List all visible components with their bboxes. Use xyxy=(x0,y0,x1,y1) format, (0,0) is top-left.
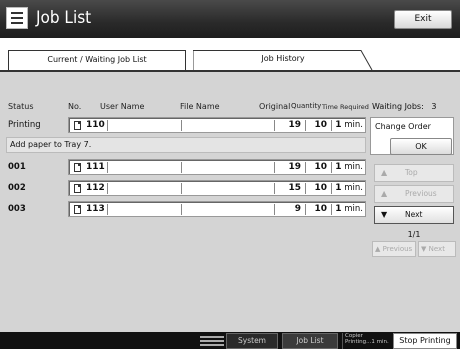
divider xyxy=(305,183,306,194)
column-header-status: Status xyxy=(8,102,34,111)
document-icon xyxy=(74,121,81,130)
job-original: 9 xyxy=(294,204,301,214)
arrow-down-icon: ▼ xyxy=(381,210,388,219)
divider xyxy=(107,204,108,215)
previous-button-label: Previous xyxy=(405,189,437,198)
divider xyxy=(305,204,306,215)
divider xyxy=(107,162,108,173)
job-status: 001 xyxy=(8,162,26,172)
document-icon xyxy=(74,205,81,214)
page-title: Job List xyxy=(36,8,92,28)
top-button-label: Top xyxy=(405,168,418,177)
column-header-no: No. xyxy=(68,102,82,111)
waiting-jobs-count: 3 xyxy=(431,102,437,111)
arrow-down-icon: ▼ xyxy=(421,245,427,253)
job-status: Printing xyxy=(8,120,41,130)
job-number: 113 xyxy=(86,204,105,214)
divider xyxy=(107,120,108,131)
job-time-required: 1 min. xyxy=(335,183,363,193)
tab-label: Current / Waiting Job List xyxy=(47,55,147,64)
job-time-required: 1 min. xyxy=(335,120,363,130)
next-page-button[interactable]: ▼ Next xyxy=(418,241,456,257)
job-number: 112 xyxy=(86,183,105,193)
change-order-label: Change Order xyxy=(375,122,431,131)
job-quantity: 10 xyxy=(314,120,327,130)
job-time-unit: min. xyxy=(344,204,363,214)
tab-bar: Current / Waiting Job List Job History xyxy=(0,38,460,72)
divider xyxy=(331,204,332,215)
divider xyxy=(181,120,182,131)
job-time-required: 1 min. xyxy=(335,162,363,172)
previous-button[interactable]: ▲ Previous xyxy=(374,185,454,203)
waiting-jobs-label: Waiting Jobs: xyxy=(372,102,424,111)
job-list-panel: Status No. User Name File Name Original … xyxy=(0,72,460,332)
divider xyxy=(107,183,108,194)
divider xyxy=(181,204,182,215)
job-status: 002 xyxy=(8,183,26,193)
waiting-jobs: Waiting Jobs: 3 xyxy=(372,102,437,111)
job-time-required: 1 min. xyxy=(335,204,363,214)
job-quantity: 10 xyxy=(314,162,327,172)
next-button[interactable]: ▼ Next xyxy=(374,206,454,224)
column-header-original: Original xyxy=(259,102,291,111)
column-header-file-name: File Name xyxy=(180,102,220,111)
job-time-value: 1 xyxy=(335,120,342,130)
status-bar: System Status Job List Copier Printing..… xyxy=(0,332,460,349)
divider xyxy=(305,162,306,173)
table-row[interactable]: 110 19 10 1 min. xyxy=(68,117,366,133)
job-original: 19 xyxy=(288,162,301,172)
table-row[interactable]: 113 9 10 1 min. xyxy=(68,201,366,217)
column-header-user-name: User Name xyxy=(100,102,145,111)
job-original: 19 xyxy=(288,120,301,130)
title-bar: Job List Exit xyxy=(0,0,460,38)
system-status-button[interactable]: System Status xyxy=(226,333,278,349)
next-page-label: Next xyxy=(428,245,445,253)
job-time-unit: min. xyxy=(344,183,363,193)
divider xyxy=(331,162,332,173)
job-time-unit: min. xyxy=(344,162,363,172)
job-time-unit: min. xyxy=(344,120,363,130)
page-indicator: 1/1 xyxy=(407,230,421,239)
job-time-value: 1 xyxy=(335,204,342,214)
divider xyxy=(181,183,182,194)
previous-page-label: Previous xyxy=(382,245,413,253)
arrow-up-icon: ▲ xyxy=(381,189,388,198)
divider xyxy=(305,120,306,131)
previous-page-button[interactable]: ▲ Previous xyxy=(372,241,416,257)
document-icon xyxy=(74,163,81,172)
copier-status-detail: Printing...1 min. xyxy=(345,339,389,345)
job-quantity: 10 xyxy=(314,204,327,214)
system-status-icon xyxy=(200,335,224,347)
notice-message: Add paper to Tray 7. xyxy=(6,137,366,153)
arrow-up-icon: ▲ xyxy=(375,245,381,253)
job-list-button[interactable]: Job List xyxy=(282,333,338,349)
stop-printing-button[interactable]: Stop Printing xyxy=(393,333,457,349)
next-button-label: Next xyxy=(405,210,423,219)
job-number: 111 xyxy=(86,162,105,172)
table-row[interactable]: 112 15 10 1 min. xyxy=(68,180,366,196)
column-header-time-required: Time Required xyxy=(322,103,369,111)
job-number: 110 xyxy=(86,120,105,130)
top-button[interactable]: ▲ Top xyxy=(374,164,454,182)
arrow-up-icon: ▲ xyxy=(381,168,388,177)
job-time-value: 1 xyxy=(335,183,342,193)
divider xyxy=(331,183,332,194)
job-status: 003 xyxy=(8,204,26,214)
job-list-icon xyxy=(6,7,28,29)
tab-job-history[interactable]: Job History xyxy=(193,50,373,70)
job-original: 15 xyxy=(288,183,301,193)
column-header-quantity: Quantity xyxy=(291,102,322,110)
exit-button[interactable]: Exit xyxy=(394,10,452,29)
job-quantity: 10 xyxy=(314,183,327,193)
document-icon xyxy=(74,184,81,193)
tab-label: Job History xyxy=(261,54,305,63)
copier-status: Copier Printing...1 min. xyxy=(342,333,390,349)
divider xyxy=(331,120,332,131)
ok-button[interactable]: OK xyxy=(390,138,452,155)
tab-current-waiting-job-list[interactable]: Current / Waiting Job List xyxy=(8,50,186,70)
divider xyxy=(181,162,182,173)
table-row[interactable]: 111 19 10 1 min. xyxy=(68,159,366,175)
job-time-value: 1 xyxy=(335,162,342,172)
